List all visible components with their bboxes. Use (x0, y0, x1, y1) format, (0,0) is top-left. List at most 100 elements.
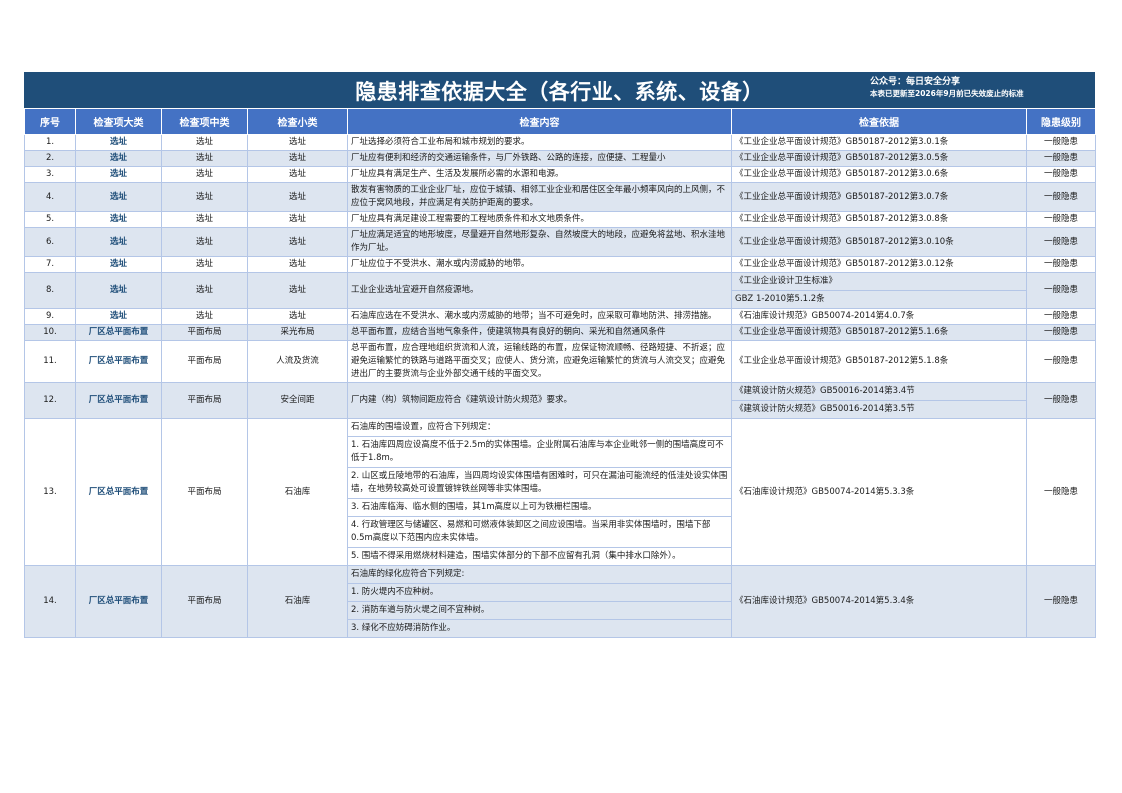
cell-level: 一般隐患 (1026, 340, 1096, 383)
cell-basis: 《工业企业设计卫生标准》 GBZ 1-2010第5.1.2条 (731, 272, 1027, 309)
cell-category: 选址 (75, 308, 162, 325)
table-row: 5. 选址 选址 选址 厂址应具有满足建设工程需要的工程地质条件和水文地质条件。 《工业企… (24, 211, 1096, 228)
cell-category: 厂区总平面布置 (75, 418, 162, 566)
cell-basis: 《石油库设计规范》GB50074-2014第5.3.4条 (731, 565, 1027, 638)
cell-mid-category: 选址 (161, 182, 248, 212)
cell-basis: 《工业企业总平面设计规范》GB50187-2012第3.0.7条 (731, 182, 1027, 212)
cell-basis-line: 《工业企业设计卫生标准》 (732, 274, 1026, 291)
cell-content: 厂址应具有满足生产、生活及发展所必需的水源和电源。 (347, 166, 732, 183)
cell-level: 一般隐患 (1026, 382, 1096, 419)
cell-basis: 《工业企业总平面设计规范》GB50187-2012第3.0.12条 (731, 256, 1027, 273)
cell-basis-line: 《石油库设计规范》GB50074-2014第5.3.4条 (735, 596, 915, 606)
header-small-category: 检查小类 (247, 108, 348, 135)
table-row: 11. 厂区总平面布置 平面布局 人流及货流 总平面布置，应合理地组织货流和人流，运输线… (24, 340, 1096, 383)
cell-content-line: 3. 绿化不应妨碍消防作业。 (351, 623, 456, 633)
header-row: 序号 检查项大类 检查项中类 检查小类 检查内容 检查依据 隐患级别 (24, 108, 1096, 135)
cell-no: 5. (24, 211, 76, 228)
cell-no: 11. (24, 340, 76, 383)
cell-basis: 《工业企业总平面设计规范》GB50187-2012第3.0.10条 (731, 227, 1027, 257)
cell-basis-line: 《石油库设计规范》GB50074-2014第5.3.3条 (735, 486, 915, 497)
cell-content-line: 2. 消防车道与防火堤之间不宜种树。 (348, 602, 731, 620)
cell-category: 选址 (75, 211, 162, 228)
cell-basis-line: 《建筑设计防火规范》GB50016-2014第3.4节 (732, 384, 1026, 401)
cell-content: 厂址应具有满足建设工程需要的工程地质条件和水文地质条件。 (347, 211, 732, 228)
table-row: 4. 选址 选址 选址 散发有害物质的工业企业厂址，应位于城镇、相邻工业企业和居住区全年… (24, 182, 1096, 212)
cell-small-category: 安全间距 (247, 382, 348, 419)
cell-small-category: 选址 (247, 227, 348, 257)
cell-level: 一般隐患 (1026, 166, 1096, 183)
cell-category: 厂区总平面布置 (75, 324, 162, 341)
cell-content-line: 厂址应具有满足建设工程需要的工程地质条件和水文地质条件。 (351, 214, 590, 224)
header-category: 检查项大类 (75, 108, 162, 135)
cell-mid-category: 选址 (161, 227, 248, 257)
cell-basis-line: 《工业企业总平面设计规范》GB50187-2012第3.0.7条 (735, 191, 949, 202)
table-body: 1. 选址 选址 选址 厂址选择必须符合工业布局和城市规划的要求。 《工业企业总平面设计规… (24, 134, 1096, 638)
cell-content: 石油库应选在不受洪水、潮水或内涝威胁的地带；当不可避免时，应采取可靠地防洪、排涝… (347, 308, 732, 325)
cell-mid-category: 平面布局 (161, 418, 248, 566)
cell-level: 一般隐患 (1026, 565, 1096, 638)
cell-content: 总平面布置，应合理地组织货流和人流，运输线路的布置，应保证物流顺畅、径路短捷、不… (347, 340, 732, 383)
header-mid-category: 检查项中类 (161, 108, 248, 135)
title-bar: 隐患排查依据大全（各行业、系统、设备） 公众号：每日安全分享 本表已更新至202… (24, 72, 1095, 108)
table-row: 9. 选址 选址 选址 石油库应选在不受洪水、潮水或内涝威胁的地带；当不可避免时，应采取… (24, 308, 1096, 325)
cell-basis: 《工业企业总平面设计规范》GB50187-2012第3.0.5条 (731, 150, 1027, 167)
cell-no: 8. (24, 272, 76, 309)
cell-mid-category: 选址 (161, 272, 248, 309)
cell-basis: 《石油库设计规范》GB50074-2014第4.0.7条 (731, 308, 1027, 325)
header-no: 序号 (24, 108, 76, 135)
table-row: 7. 选址 选址 选址 厂址应位于不受洪水、潮水或内涝威胁的地带。 《工业企业总平面设计规… (24, 256, 1096, 273)
cell-mid-category: 选址 (161, 256, 248, 273)
cell-content: 厂址应满足适宜的地形坡度，尽量避开自然地形复杂、自然坡度大的地段，应避免将盆地、… (347, 227, 732, 257)
cell-mid-category: 平面布局 (161, 382, 248, 419)
cell-basis-line: 《工业企业总平面设计规范》GB50187-2012第3.0.8条 (735, 214, 949, 224)
cell-content-line: 1. 防火堤内不应种树。 (348, 584, 731, 602)
cell-no: 4. (24, 182, 76, 212)
cell-basis: 《建筑设计防火规范》GB50016-2014第3.4节《建筑设计防火规范》GB5… (731, 382, 1027, 419)
cell-small-category: 石油库 (247, 418, 348, 566)
cell-category: 选址 (75, 227, 162, 257)
header-level: 隐患级别 (1026, 108, 1096, 135)
cell-level: 一般隐患 (1026, 256, 1096, 273)
cell-content-line: 厂内建（构）筑物间距应符合《建筑设计防火规范》要求。 (351, 395, 573, 405)
cell-content: 散发有害物质的工业企业厂址，应位于城镇、相邻工业企业和居住区全年最小频率风向的上… (347, 182, 732, 212)
cell-level: 一般隐患 (1026, 211, 1096, 228)
header-content: 检查内容 (347, 108, 732, 135)
cell-small-category: 采光布局 (247, 324, 348, 341)
cell-mid-category: 选址 (161, 150, 248, 167)
cell-level: 一般隐患 (1026, 418, 1096, 566)
cell-basis-line: 《工业企业总平面设计规范》GB50187-2012第3.0.1条 (735, 137, 949, 147)
cell-mid-category: 平面布局 (161, 565, 248, 638)
cell-content-line: 总平面布置，应合理地组织货流和人流，运输线路的布置，应保证物流顺畅、径路短捷、不… (351, 343, 726, 379)
cell-category: 选址 (75, 272, 162, 309)
cell-category: 选址 (75, 134, 162, 151)
cell-content-line: 工业企业选址宜避开自然疫源地。 (351, 285, 479, 295)
cell-content-line: 总平面布置，应结合当地气象条件，使建筑物具有良好的朝向、采光和自然通风条件 (351, 327, 666, 337)
cell-small-category: 石油库 (247, 565, 348, 638)
cell-level: 一般隐患 (1026, 272, 1096, 309)
cell-mid-category: 选址 (161, 166, 248, 183)
cell-content: 厂内建（构）筑物间距应符合《建筑设计防火规范》要求。 (347, 382, 732, 419)
cell-content-line: 厂址应位于不受洪水、潮水或内涝威胁的地带。 (351, 259, 530, 269)
cell-no: 10. (24, 324, 76, 341)
table-row: 13. 厂区总平面布置 平面布局 石油库 石油库的围墙设置，应符合下列规定： 1. 石油库… (24, 418, 1096, 566)
cell-category: 厂区总平面布置 (75, 565, 162, 638)
cell-small-category: 选址 (247, 134, 348, 151)
cell-basis-line: 《建筑设计防火规范》GB50016-2014第3.5节 (735, 404, 915, 414)
cell-content-line: 2. 山区或丘陵地带的石油库，当四周均设实体围墙有困难时，可只在漏油可能流经的低… (348, 468, 731, 499)
cell-basis-line: 《工业企业总平面设计规范》GB50187-2012第3.0.10条 (735, 236, 954, 247)
cell-small-category: 选址 (247, 211, 348, 228)
cell-mid-category: 选址 (161, 211, 248, 228)
cell-no: 12. (24, 382, 76, 419)
title-info: 公众号：每日安全分享 本表已更新至2026年9月前已失效废止的标准 (870, 76, 1024, 100)
cell-content-line: 4. 行政管理区与储罐区、易燃和可燃液体装卸区之间应设围墙。当采用非实体围墙时，… (348, 517, 731, 548)
cell-basis-line: 《工业企业总平面设计规范》GB50187-2012第3.0.12条 (735, 259, 954, 269)
cell-level: 一般隐患 (1026, 150, 1096, 167)
cell-content: 厂址应有便利和经济的交通运输条件，与厂外铁路、公路的连接，应便捷、工程量小 (347, 150, 732, 167)
cell-category: 选址 (75, 150, 162, 167)
cell-basis-line: 《工业企业总平面设计规范》GB50187-2012第5.1.6条 (735, 327, 949, 337)
cell-category: 选址 (75, 182, 162, 212)
table-row: 1. 选址 选址 选址 厂址选择必须符合工业布局和城市规划的要求。 《工业企业总平面设计规… (24, 134, 1096, 151)
cell-content-line: 散发有害物质的工业企业厂址，应位于城镇、相邻工业企业和居住区全年最小频率风向的上… (351, 185, 726, 208)
cell-small-category: 选址 (247, 272, 348, 309)
cell-content-line: 1. 石油库四周应设高度不低于2.5m的实体围墙。企业附属石油库与本企业毗邻一侧… (348, 437, 731, 468)
